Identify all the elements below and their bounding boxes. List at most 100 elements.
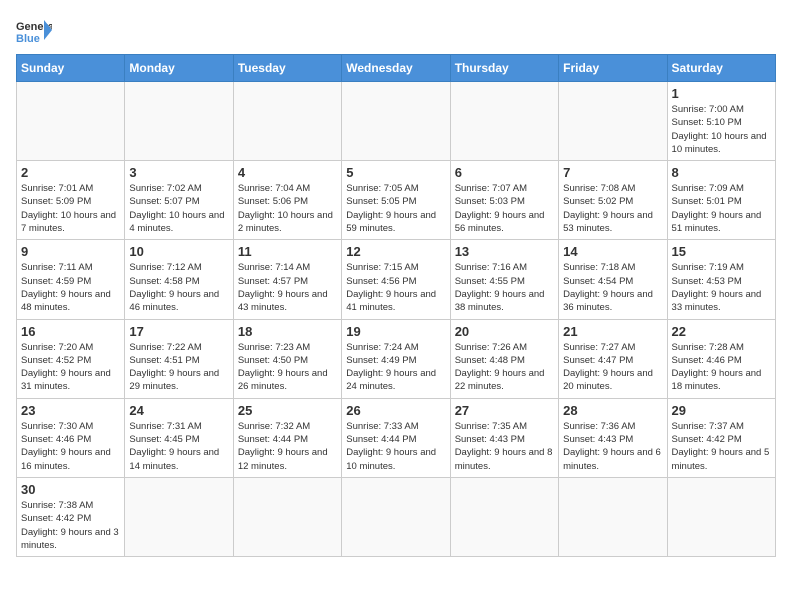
day-info: Sunrise: 7:24 AMSunset: 4:49 PMDaylight:… xyxy=(346,341,445,394)
calendar-cell: 28Sunrise: 7:36 AMSunset: 4:43 PMDayligh… xyxy=(559,398,667,477)
day-number: 9 xyxy=(21,244,120,259)
logo: General Blue xyxy=(16,16,52,44)
calendar-cell: 22Sunrise: 7:28 AMSunset: 4:46 PMDayligh… xyxy=(667,319,775,398)
day-info: Sunrise: 7:08 AMSunset: 5:02 PMDaylight:… xyxy=(563,182,662,235)
day-info: Sunrise: 7:02 AMSunset: 5:07 PMDaylight:… xyxy=(129,182,228,235)
day-number: 22 xyxy=(672,324,771,339)
day-info: Sunrise: 7:27 AMSunset: 4:47 PMDaylight:… xyxy=(563,341,662,394)
calendar-cell: 2 Sunrise: 7:01 AMSunset: 5:09 PMDaylight… xyxy=(17,161,125,240)
day-info: Sunrise: 7:33 AMSunset: 4:44 PMDaylight:… xyxy=(346,420,445,473)
calendar-cell: 12 Sunrise: 7:15 AMSunset: 4:56 PMDayligh… xyxy=(342,240,450,319)
day-number: 7 xyxy=(563,165,662,180)
calendar-cell: 19 Sunrise: 7:24 AMSunset: 4:49 PMDayligh… xyxy=(342,319,450,398)
day-info: Sunrise: 7:38 AMSunset: 4:42 PMDaylight:… xyxy=(21,499,120,552)
calendar-cell: 26 Sunrise: 7:33 AMSunset: 4:44 PMDayligh… xyxy=(342,398,450,477)
day-number: 12 xyxy=(346,244,445,259)
calendar-cell xyxy=(17,82,125,161)
calendar-cell xyxy=(450,477,558,556)
calendar-cell: 8Sunrise: 7:09 AMSunset: 5:01 PMDaylight… xyxy=(667,161,775,240)
day-info: Sunrise: 7:05 AMSunset: 5:05 PMDaylight:… xyxy=(346,182,445,235)
day-number: 10 xyxy=(129,244,228,259)
calendar-cell: 21 Sunrise: 7:27 AMSunset: 4:47 PMDayligh… xyxy=(559,319,667,398)
day-number: 21 xyxy=(563,324,662,339)
calendar-cell: 30 Sunrise: 7:38 AMSunset: 4:42 PMDayligh… xyxy=(17,477,125,556)
col-saturday: Saturday xyxy=(667,55,775,82)
day-number: 5 xyxy=(346,165,445,180)
day-number: 25 xyxy=(238,403,337,418)
calendar-cell: 25 Sunrise: 7:32 AMSunset: 4:44 PMDayligh… xyxy=(233,398,341,477)
calendar-cell: 27Sunrise: 7:35 AMSunset: 4:43 PMDayligh… xyxy=(450,398,558,477)
day-info: Sunrise: 7:16 AMSunset: 4:55 PMDaylight:… xyxy=(455,261,554,314)
calendar-week-row: 2 Sunrise: 7:01 AMSunset: 5:09 PMDaylight… xyxy=(17,161,776,240)
calendar-cell: 11Sunrise: 7:14 AMSunset: 4:57 PMDayligh… xyxy=(233,240,341,319)
day-info: Sunrise: 7:22 AMSunset: 4:51 PMDaylight:… xyxy=(129,341,228,394)
day-number: 14 xyxy=(563,244,662,259)
calendar-cell: 5 Sunrise: 7:05 AMSunset: 5:05 PMDaylight… xyxy=(342,161,450,240)
col-thursday: Thursday xyxy=(450,55,558,82)
col-sunday: Sunday xyxy=(17,55,125,82)
calendar-cell xyxy=(667,477,775,556)
calendar-week-row: 30 Sunrise: 7:38 AMSunset: 4:42 PMDayligh… xyxy=(17,477,776,556)
day-info: Sunrise: 7:07 AMSunset: 5:03 PMDaylight:… xyxy=(455,182,554,235)
day-number: 6 xyxy=(455,165,554,180)
day-info: Sunrise: 7:26 AMSunset: 4:48 PMDaylight:… xyxy=(455,341,554,394)
day-number: 24 xyxy=(129,403,228,418)
calendar-cell xyxy=(342,82,450,161)
calendar-cell: 6 Sunrise: 7:07 AMSunset: 5:03 PMDaylight… xyxy=(450,161,558,240)
day-number: 2 xyxy=(21,165,120,180)
calendar-week-row: 1Sunrise: 7:00 AMSunset: 5:10 PMDaylight… xyxy=(17,82,776,161)
calendar-cell xyxy=(342,477,450,556)
calendar-cell: 20 Sunrise: 7:26 AMSunset: 4:48 PMDayligh… xyxy=(450,319,558,398)
calendar-cell xyxy=(559,477,667,556)
day-number: 18 xyxy=(238,324,337,339)
day-info: Sunrise: 7:32 AMSunset: 4:44 PMDaylight:… xyxy=(238,420,337,473)
day-number: 17 xyxy=(129,324,228,339)
day-info: Sunrise: 7:30 AMSunset: 4:46 PMDaylight:… xyxy=(21,420,120,473)
calendar-cell: 1Sunrise: 7:00 AMSunset: 5:10 PMDaylight… xyxy=(667,82,775,161)
calendar-cell: 3 Sunrise: 7:02 AMSunset: 5:07 PMDaylight… xyxy=(125,161,233,240)
calendar-cell: 16 Sunrise: 7:20 AMSunset: 4:52 PMDayligh… xyxy=(17,319,125,398)
day-info: Sunrise: 7:36 AMSunset: 4:43 PMDaylight:… xyxy=(563,420,662,473)
day-number: 13 xyxy=(455,244,554,259)
day-number: 19 xyxy=(346,324,445,339)
calendar-cell xyxy=(233,82,341,161)
calendar-cell xyxy=(125,82,233,161)
col-wednesday: Wednesday xyxy=(342,55,450,82)
day-info: Sunrise: 7:20 AMSunset: 4:52 PMDaylight:… xyxy=(21,341,120,394)
day-info: Sunrise: 7:01 AMSunset: 5:09 PMDaylight:… xyxy=(21,182,120,235)
calendar-cell: 18Sunrise: 7:23 AMSunset: 4:50 PMDayligh… xyxy=(233,319,341,398)
day-info: Sunrise: 7:12 AMSunset: 4:58 PMDaylight:… xyxy=(129,261,228,314)
day-number: 16 xyxy=(21,324,120,339)
calendar-table: Sunday Monday Tuesday Wednesday Thursday… xyxy=(16,54,776,557)
calendar-cell xyxy=(125,477,233,556)
calendar-cell xyxy=(559,82,667,161)
calendar-week-row: 16 Sunrise: 7:20 AMSunset: 4:52 PMDayligh… xyxy=(17,319,776,398)
day-info: Sunrise: 7:11 AMSunset: 4:59 PMDaylight:… xyxy=(21,261,120,314)
calendar-week-row: 9 Sunrise: 7:11 AMSunset: 4:59 PMDaylight… xyxy=(17,240,776,319)
calendar-cell: 24 Sunrise: 7:31 AMSunset: 4:45 PMDayligh… xyxy=(125,398,233,477)
col-friday: Friday xyxy=(559,55,667,82)
day-info: Sunrise: 7:15 AMSunset: 4:56 PMDaylight:… xyxy=(346,261,445,314)
day-info: Sunrise: 7:18 AMSunset: 4:54 PMDaylight:… xyxy=(563,261,662,314)
day-number: 4 xyxy=(238,165,337,180)
day-number: 20 xyxy=(455,324,554,339)
day-number: 27 xyxy=(455,403,554,418)
day-info: Sunrise: 7:37 AMSunset: 4:42 PMDaylight:… xyxy=(672,420,771,473)
day-number: 3 xyxy=(129,165,228,180)
calendar-cell: 9 Sunrise: 7:11 AMSunset: 4:59 PMDaylight… xyxy=(17,240,125,319)
calendar-cell: 4Sunrise: 7:04 AMSunset: 5:06 PMDaylight… xyxy=(233,161,341,240)
logo-icon: General Blue xyxy=(16,16,52,44)
calendar-week-row: 23Sunrise: 7:30 AMSunset: 4:46 PMDayligh… xyxy=(17,398,776,477)
calendar-cell: 15Sunrise: 7:19 AMSunset: 4:53 PMDayligh… xyxy=(667,240,775,319)
day-number: 26 xyxy=(346,403,445,418)
calendar-cell: 13 Sunrise: 7:16 AMSunset: 4:55 PMDayligh… xyxy=(450,240,558,319)
day-info: Sunrise: 7:19 AMSunset: 4:53 PMDaylight:… xyxy=(672,261,771,314)
calendar-cell: 14 Sunrise: 7:18 AMSunset: 4:54 PMDayligh… xyxy=(559,240,667,319)
day-number: 11 xyxy=(238,244,337,259)
calendar-header-row: Sunday Monday Tuesday Wednesday Thursday… xyxy=(17,55,776,82)
day-number: 30 xyxy=(21,482,120,497)
page-header: General Blue xyxy=(16,16,776,44)
col-monday: Monday xyxy=(125,55,233,82)
day-number: 29 xyxy=(672,403,771,418)
day-info: Sunrise: 7:31 AMSunset: 4:45 PMDaylight:… xyxy=(129,420,228,473)
